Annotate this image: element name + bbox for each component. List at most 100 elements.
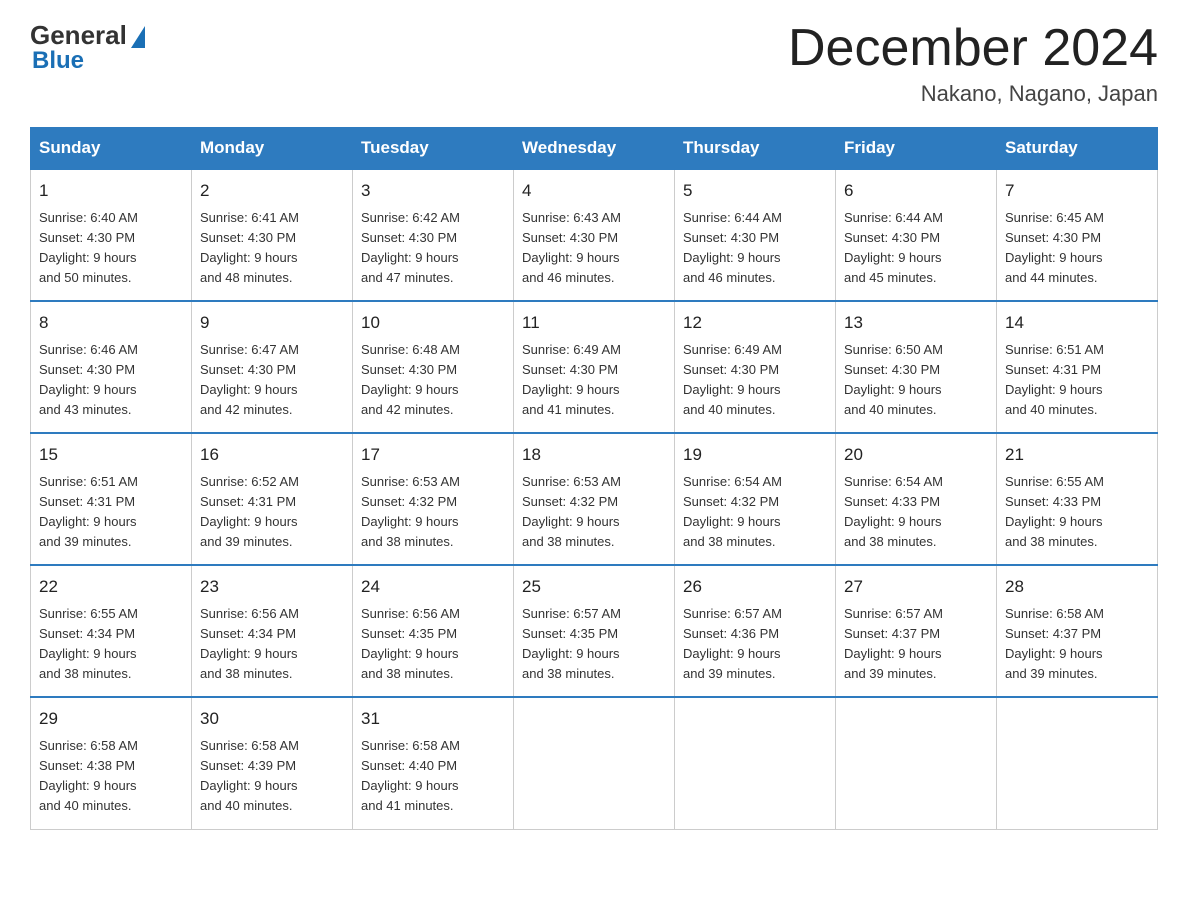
day-info: Sunrise: 6:57 AMSunset: 4:35 PMDaylight:… [522, 604, 666, 685]
day-number: 30 [200, 706, 344, 732]
calendar-cell [675, 697, 836, 829]
calendar-cell: 26 Sunrise: 6:57 AMSunset: 4:36 PMDayligh… [675, 565, 836, 697]
day-info: Sunrise: 6:51 AMSunset: 4:31 PMDaylight:… [39, 472, 183, 553]
day-info: Sunrise: 6:57 AMSunset: 4:36 PMDaylight:… [683, 604, 827, 685]
day-info: Sunrise: 6:47 AMSunset: 4:30 PMDaylight:… [200, 340, 344, 421]
header-saturday: Saturday [997, 128, 1158, 170]
day-info: Sunrise: 6:44 AMSunset: 4:30 PMDaylight:… [683, 208, 827, 289]
header-monday: Monday [192, 128, 353, 170]
calendar-week-row: 8 Sunrise: 6:46 AMSunset: 4:30 PMDaylight… [31, 301, 1158, 433]
calendar-table: SundayMondayTuesdayWednesdayThursdayFrid… [30, 127, 1158, 829]
calendar-cell: 9 Sunrise: 6:47 AMSunset: 4:30 PMDaylight… [192, 301, 353, 433]
day-number: 14 [1005, 310, 1149, 336]
header-friday: Friday [836, 128, 997, 170]
header-wednesday: Wednesday [514, 128, 675, 170]
calendar-cell: 24 Sunrise: 6:56 AMSunset: 4:35 PMDayligh… [353, 565, 514, 697]
day-number: 4 [522, 178, 666, 204]
calendar-cell [997, 697, 1158, 829]
calendar-week-row: 29Sunrise: 6:58 AMSunset: 4:38 PMDayligh… [31, 697, 1158, 829]
day-info: Sunrise: 6:54 AMSunset: 4:33 PMDaylight:… [844, 472, 988, 553]
day-number: 11 [522, 310, 666, 336]
calendar-subtitle: Nakano, Nagano, Japan [788, 81, 1158, 107]
day-info: Sunrise: 6:55 AMSunset: 4:34 PMDaylight:… [39, 604, 183, 685]
calendar-cell: 22 Sunrise: 6:55 AMSunset: 4:34 PMDayligh… [31, 565, 192, 697]
day-number: 9 [200, 310, 344, 336]
day-info: Sunrise: 6:45 AMSunset: 4:30 PMDaylight:… [1005, 208, 1149, 289]
day-info: Sunrise: 6:50 AMSunset: 4:30 PMDaylight:… [844, 340, 988, 421]
calendar-cell: 10 Sunrise: 6:48 AMSunset: 4:30 PMDayligh… [353, 301, 514, 433]
day-info: Sunrise: 6:54 AMSunset: 4:32 PMDaylight:… [683, 472, 827, 553]
day-info: Sunrise: 6:49 AMSunset: 4:30 PMDaylight:… [522, 340, 666, 421]
day-number: 7 [1005, 178, 1149, 204]
logo-triangle-icon [131, 26, 145, 48]
day-number: 23 [200, 574, 344, 600]
calendar-week-row: 15 Sunrise: 6:51 AMSunset: 4:31 PMDayligh… [31, 433, 1158, 565]
calendar-cell: 28Sunrise: 6:58 AMSunset: 4:37 PMDayligh… [997, 565, 1158, 697]
day-number: 26 [683, 574, 827, 600]
day-info: Sunrise: 6:52 AMSunset: 4:31 PMDaylight:… [200, 472, 344, 553]
calendar-cell: 20 Sunrise: 6:54 AMSunset: 4:33 PMDayligh… [836, 433, 997, 565]
calendar-cell: 4 Sunrise: 6:43 AMSunset: 4:30 PMDaylight… [514, 169, 675, 301]
day-info: Sunrise: 6:57 AMSunset: 4:37 PMDaylight:… [844, 604, 988, 685]
day-number: 8 [39, 310, 183, 336]
day-info: Sunrise: 6:58 AMSunset: 4:40 PMDaylight:… [361, 736, 505, 817]
day-info: Sunrise: 6:49 AMSunset: 4:30 PMDaylight:… [683, 340, 827, 421]
calendar-cell: 16 Sunrise: 6:52 AMSunset: 4:31 PMDayligh… [192, 433, 353, 565]
logo: General Blue [30, 20, 145, 75]
day-info: Sunrise: 6:51 AMSunset: 4:31 PMDaylight:… [1005, 340, 1149, 421]
day-number: 27 [844, 574, 988, 600]
calendar-cell: 15 Sunrise: 6:51 AMSunset: 4:31 PMDayligh… [31, 433, 192, 565]
day-info: Sunrise: 6:55 AMSunset: 4:33 PMDaylight:… [1005, 472, 1149, 553]
calendar-cell: 5 Sunrise: 6:44 AMSunset: 4:30 PMDaylight… [675, 169, 836, 301]
title-area: December 2024 Nakano, Nagano, Japan [788, 20, 1158, 107]
page-header: General Blue December 2024 Nakano, Nagan… [30, 20, 1158, 107]
day-number: 22 [39, 574, 183, 600]
day-number: 31 [361, 706, 505, 732]
day-number: 2 [200, 178, 344, 204]
day-number: 18 [522, 442, 666, 468]
calendar-cell: 2Sunrise: 6:41 AMSunset: 4:30 PMDaylight… [192, 169, 353, 301]
logo-blue-text: Blue [32, 47, 84, 75]
day-info: Sunrise: 6:58 AMSunset: 4:37 PMDaylight:… [1005, 604, 1149, 685]
day-number: 15 [39, 442, 183, 468]
calendar-cell [514, 697, 675, 829]
day-number: 6 [844, 178, 988, 204]
day-info: Sunrise: 6:53 AMSunset: 4:32 PMDaylight:… [522, 472, 666, 553]
day-number: 12 [683, 310, 827, 336]
calendar-cell: 11 Sunrise: 6:49 AMSunset: 4:30 PMDayligh… [514, 301, 675, 433]
calendar-cell: 1 Sunrise: 6:40 AMSunset: 4:30 PMDaylight… [31, 169, 192, 301]
day-info: Sunrise: 6:44 AMSunset: 4:30 PMDaylight:… [844, 208, 988, 289]
day-info: Sunrise: 6:53 AMSunset: 4:32 PMDaylight:… [361, 472, 505, 553]
calendar-cell: 17 Sunrise: 6:53 AMSunset: 4:32 PMDayligh… [353, 433, 514, 565]
day-number: 5 [683, 178, 827, 204]
calendar-week-row: 1 Sunrise: 6:40 AMSunset: 4:30 PMDaylight… [31, 169, 1158, 301]
calendar-cell: 8 Sunrise: 6:46 AMSunset: 4:30 PMDaylight… [31, 301, 192, 433]
day-number: 1 [39, 178, 183, 204]
day-info: Sunrise: 6:46 AMSunset: 4:30 PMDaylight:… [39, 340, 183, 421]
day-number: 16 [200, 442, 344, 468]
day-info: Sunrise: 6:43 AMSunset: 4:30 PMDaylight:… [522, 208, 666, 289]
day-info: Sunrise: 6:40 AMSunset: 4:30 PMDaylight:… [39, 208, 183, 289]
calendar-week-row: 22 Sunrise: 6:55 AMSunset: 4:34 PMDayligh… [31, 565, 1158, 697]
calendar-cell: 29Sunrise: 6:58 AMSunset: 4:38 PMDayligh… [31, 697, 192, 829]
calendar-cell: 27 Sunrise: 6:57 AMSunset: 4:37 PMDayligh… [836, 565, 997, 697]
day-number: 20 [844, 442, 988, 468]
day-number: 10 [361, 310, 505, 336]
day-info: Sunrise: 6:42 AMSunset: 4:30 PMDaylight:… [361, 208, 505, 289]
day-number: 17 [361, 442, 505, 468]
day-number: 3 [361, 178, 505, 204]
day-info: Sunrise: 6:56 AMSunset: 4:35 PMDaylight:… [361, 604, 505, 685]
calendar-cell: 21 Sunrise: 6:55 AMSunset: 4:33 PMDayligh… [997, 433, 1158, 565]
calendar-header-row: SundayMondayTuesdayWednesdayThursdayFrid… [31, 128, 1158, 170]
calendar-cell: 31 Sunrise: 6:58 AMSunset: 4:40 PMDayligh… [353, 697, 514, 829]
day-number: 13 [844, 310, 988, 336]
day-number: 24 [361, 574, 505, 600]
calendar-cell: 13 Sunrise: 6:50 AMSunset: 4:30 PMDayligh… [836, 301, 997, 433]
day-number: 21 [1005, 442, 1149, 468]
day-info: Sunrise: 6:48 AMSunset: 4:30 PMDaylight:… [361, 340, 505, 421]
calendar-cell: 12 Sunrise: 6:49 AMSunset: 4:30 PMDayligh… [675, 301, 836, 433]
day-number: 25 [522, 574, 666, 600]
calendar-cell: 18 Sunrise: 6:53 AMSunset: 4:32 PMDayligh… [514, 433, 675, 565]
day-info: Sunrise: 6:58 AMSunset: 4:39 PMDaylight:… [200, 736, 344, 817]
calendar-cell: 25 Sunrise: 6:57 AMSunset: 4:35 PMDayligh… [514, 565, 675, 697]
